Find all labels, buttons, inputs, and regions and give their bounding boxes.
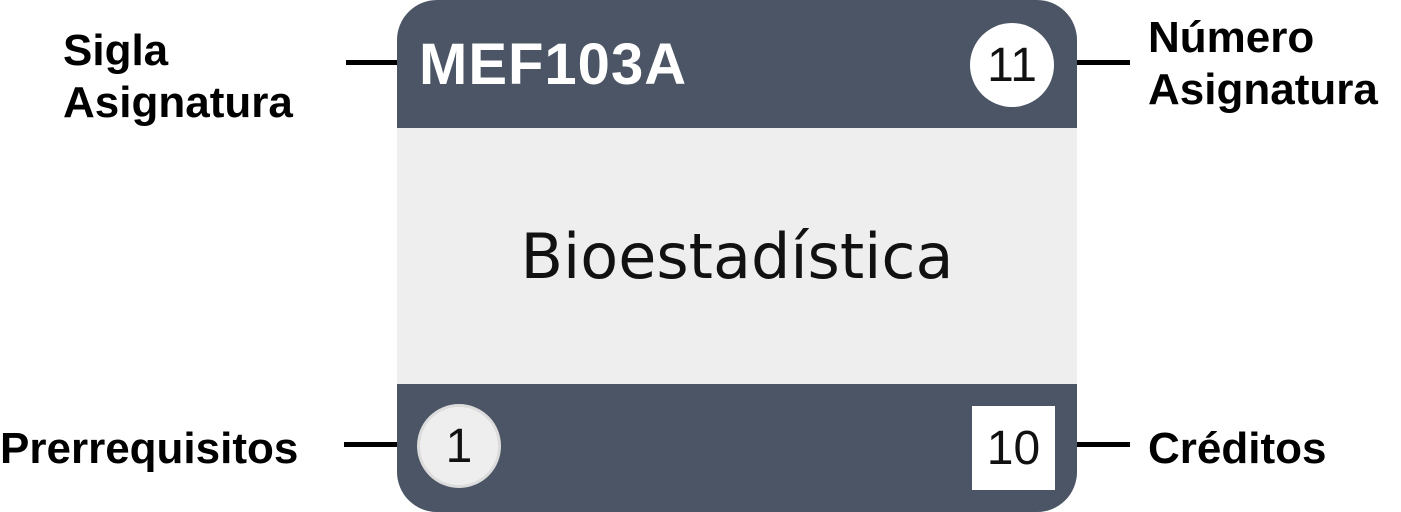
numero-label-line2: Asignatura xyxy=(1148,65,1378,114)
numero-connector-line xyxy=(1068,60,1130,65)
credits-box: 10 xyxy=(972,406,1055,490)
prerrequisitos-label: Prerrequisitos xyxy=(0,424,299,473)
numero-asignatura-label: Número Asignatura xyxy=(1148,12,1378,116)
sigla-label-line1: Sigla xyxy=(63,26,169,75)
sigla-label-line2: Asignatura xyxy=(63,78,293,127)
card-header: MEF103A 11 xyxy=(397,0,1077,128)
sigla-asignatura-label: Sigla Asignatura xyxy=(63,25,293,129)
course-code: MEF103A xyxy=(419,32,688,97)
card-footer: 1 10 xyxy=(397,384,1077,512)
prerequisites-badge: 1 xyxy=(417,404,501,488)
creditos-connector-line xyxy=(1068,442,1130,447)
course-card[interactable]: MEF103A 11 Bioestadística 1 10 xyxy=(397,0,1077,512)
creditos-label: Créditos xyxy=(1148,424,1327,473)
course-number-badge: 11 xyxy=(970,23,1054,107)
card-body: Bioestadística xyxy=(397,128,1077,384)
numero-label-line1: Número xyxy=(1148,13,1315,62)
course-name: Bioestadística xyxy=(520,219,954,293)
